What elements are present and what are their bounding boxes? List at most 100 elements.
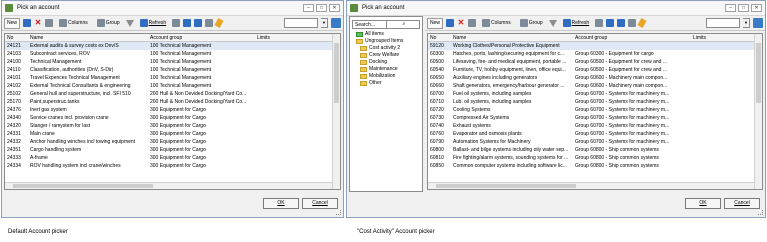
refresh-button[interactable]: Refresh [560,18,593,29]
tree-item[interactable]: Other [356,80,422,87]
binoculars-icon[interactable] [595,19,604,27]
maximize-button[interactable]: □ [738,4,749,12]
column-header-name[interactable]: Name [28,34,148,41]
maximize-button[interactable]: □ [316,4,327,12]
group-button[interactable]: Group [517,18,546,29]
delete-icon[interactable]: ✕ [34,19,42,27]
cancel-button[interactable]: Cancel [724,198,760,209]
filter-icon[interactable] [548,19,557,27]
resize-grip[interactable] [336,210,341,215]
search-go-icon[interactable] [753,18,763,28]
table-row[interactable]: 24334 ROV handling system incl crane/winc… [5,162,340,170]
table-row[interactable]: 25102 General hull and superstructure, in… [5,90,340,98]
table-row[interactable]: 60660 Shaft generators, emergency/harbour… [428,82,762,90]
table-row[interactable]: 24100 Technical Management 100 Technical M… [5,58,340,66]
tree-item[interactable]: All items [356,31,422,38]
table-row[interactable]: 60810 Fire fighting/alarm systems, soundi… [428,154,762,162]
table-row[interactable]: 24351 Cargo handling system 300 Equipment … [5,146,340,154]
table-row[interactable]: 60850 Common computer systems including s… [428,162,762,170]
copy-icon[interactable] [205,19,214,27]
pencil-icon[interactable] [637,18,647,28]
vertical-scrollbar[interactable] [332,34,340,189]
search-input[interactable] [706,18,740,28]
binoculars-icon[interactable] [172,19,181,27]
tree-search-input[interactable]: Search... ⌕ [352,20,420,29]
table-row[interactable]: 24333 A-frame 300 Equipment for Cargo [5,154,340,162]
table-row[interactable]: 25170 Paint,superstruc.tanks 200 Hull & No… [5,98,340,106]
search-dropdown[interactable]: ▼ [321,18,328,28]
ok-button[interactable]: OK [685,198,721,209]
edit-icon[interactable] [23,19,32,27]
copy-icon[interactable] [628,19,637,27]
vertical-scrollbar[interactable] [754,34,762,189]
tree-item[interactable]: Mobilization [356,73,422,80]
ok-button[interactable]: OK [263,198,299,209]
move-up-icon[interactable] [183,19,192,27]
search-records-icon[interactable] [468,19,477,27]
table-row[interactable]: 24320 Stanger / ramystem for last 300 Equi… [5,122,340,130]
column-header-no[interactable]: No [428,34,451,41]
table-row[interactable]: 24110 Classification, authorities (DnV, S… [5,66,340,74]
table-row[interactable]: 60710 Lub. oil systems, including samples… [428,98,762,106]
column-header-name[interactable]: Name [451,34,573,41]
minimize-button[interactable]: – [725,4,736,12]
table-row[interactable]: 60730 Compressed Air Systems Group 60700 -… [428,114,762,122]
table-row[interactable]: 60720 Cooling Systems Group 60700 - System… [428,106,762,114]
table-row[interactable]: 60540 Furniture, TV, hobby equipment, lin… [428,66,762,74]
tree-item[interactable]: Maintenance [356,66,422,73]
columns-button[interactable]: Columns [479,18,514,29]
table-row[interactable]: 60300 Hatches, ports, lashing/securing eq… [428,50,762,58]
table-row[interactable]: 60740 Exhaust systems Group 60700 - System… [428,122,762,130]
close-button[interactable]: ✕ [329,4,340,12]
table-row[interactable]: 59120 Working Clothes/Personal Protective… [428,42,762,50]
cancel-button[interactable]: Cancel [302,198,338,209]
column-header-account-group[interactable]: Account group [148,34,255,41]
search-go-icon[interactable] [331,18,341,28]
filter-icon[interactable] [125,19,134,27]
table-row[interactable]: 60790 Automation Systems for Machinery Gro… [428,138,762,146]
refresh-button[interactable]: Refresh [137,18,170,29]
move-up-icon[interactable] [606,19,615,27]
table-row[interactable]: 24102 External Technical Consultants & en… [5,82,340,90]
horizontal-scrollbar[interactable] [5,182,332,189]
delete-icon[interactable]: ✕ [457,19,465,27]
cell-no: 60760 [430,131,444,137]
table-row[interactable]: 24340 Service cranes incl. provision cran… [5,114,340,122]
table-row[interactable]: 60500 Lifesaving, fire- and medical equip… [428,58,762,66]
table-row[interactable]: 24121 External audits & survey costs ex D… [5,42,340,50]
group-icon [519,19,528,27]
search-icon[interactable]: ⌕ [385,21,420,28]
table-row[interactable]: 60650 Auxiliary engines including generat… [428,74,762,82]
group-button[interactable]: Group [94,18,123,29]
move-down-icon[interactable] [194,19,203,27]
table-row[interactable]: 60800 Ballast- and bilge systems includin… [428,146,762,154]
new-button[interactable]: New [427,17,444,29]
columns-button[interactable]: Columns [56,18,91,29]
move-down-icon[interactable] [617,19,626,27]
table-row[interactable]: 24331 Main crane 300 Equipment for Cargo [5,130,340,138]
search-dropdown[interactable]: ▼ [743,18,750,28]
pencil-icon[interactable] [214,18,224,28]
column-header-account-group[interactable]: Account group [573,34,691,41]
table-row[interactable]: 24103 Subcontract services, ROV 100 Techni… [5,50,340,58]
resize-grip[interactable] [758,210,763,215]
minimize-button[interactable]: – [303,4,314,12]
column-header-limits[interactable]: Limits [255,34,315,41]
column-header-no[interactable]: No [5,34,28,41]
table-row[interactable]: 24332 Anchor handling winches incl towing… [5,138,340,146]
table-row[interactable]: 24101 Travel Expences Technical Managemen… [5,74,340,82]
table-row[interactable]: 24376 Inert gas system 300 Equipment for C… [5,106,340,114]
tree-item[interactable]: Docking [356,59,422,66]
new-button[interactable]: New [4,17,21,29]
search-records-icon[interactable] [45,19,54,27]
column-header-limits[interactable]: Limits [691,34,751,41]
horizontal-scrollbar[interactable] [428,182,754,189]
table-row[interactable]: 60700 Fuel oil systems, including samples… [428,90,762,98]
search-input[interactable] [284,18,318,28]
table-row[interactable]: 60760 Evaporator and osmosis plants Group … [428,130,762,138]
close-button[interactable]: ✕ [751,4,762,12]
tree-item[interactable]: Ungrouped Items [356,38,422,45]
edit-icon[interactable] [446,19,455,27]
tree-item[interactable]: Cost activity 2 [356,45,422,52]
tree-item[interactable]: Crew Welfare [356,52,422,59]
